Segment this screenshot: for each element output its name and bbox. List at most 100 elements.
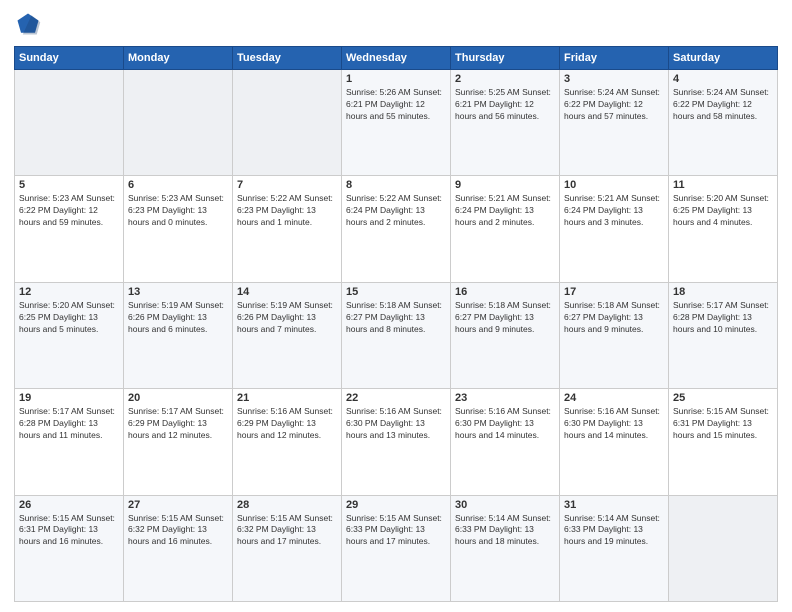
- calendar-cell: [233, 70, 342, 176]
- day-number: 25: [673, 392, 773, 404]
- calendar-cell: 26 Sunrise: 5:15 AM Sunset: 6:31 PM Dayli…: [15, 495, 124, 601]
- calendar-cell: 8 Sunrise: 5:22 AM Sunset: 6:24 PM Daylig…: [342, 176, 451, 282]
- day-info: Sunrise: 5:24 AM Sunset: 6:22 PM Dayligh…: [673, 87, 773, 123]
- calendar-cell: 31Sunrise: 5:14 AM Sunset: 6:33 PM Dayli…: [560, 495, 669, 601]
- calendar-cell: 3 Sunrise: 5:24 AM Sunset: 6:22 PM Daylig…: [560, 70, 669, 176]
- day-info: Sunrise: 5:22 AM Sunset: 6:23 PM Dayligh…: [237, 193, 337, 229]
- calendar-cell: 16 Sunrise: 5:18 AM Sunset: 6:27 PM Dayli…: [451, 282, 560, 388]
- calendar-cell: [15, 70, 124, 176]
- day-number: 23: [455, 392, 555, 404]
- day-info: Sunrise: 5:15 AM Sunset: 6:31 PM Dayligh…: [19, 513, 119, 549]
- day-number: 9: [455, 179, 555, 191]
- calendar-cell: [669, 495, 778, 601]
- day-number: 7: [237, 179, 337, 191]
- day-info: Sunrise: 5:17 AM Sunset: 6:28 PM Dayligh…: [19, 406, 119, 442]
- calendar-cell: 4 Sunrise: 5:24 AM Sunset: 6:22 PM Daylig…: [669, 70, 778, 176]
- day-info: Sunrise: 5:17 AM Sunset: 6:28 PM Dayligh…: [673, 300, 773, 336]
- day-info: Sunrise: 5:26 AM Sunset: 6:21 PM Dayligh…: [346, 87, 446, 123]
- day-info: Sunrise: 5:16 AM Sunset: 6:30 PM Dayligh…: [455, 406, 555, 442]
- calendar-cell: 13 Sunrise: 5:19 AM Sunset: 6:26 PM Dayli…: [124, 282, 233, 388]
- calendar-cell: 30 Sunrise: 5:14 AM Sunset: 6:33 PM Dayli…: [451, 495, 560, 601]
- header: [14, 10, 778, 38]
- calendar-cell: 24 Sunrise: 5:16 AM Sunset: 6:30 PM Dayli…: [560, 389, 669, 495]
- day-number: 19: [19, 392, 119, 404]
- calendar-cell: 1 Sunrise: 5:26 AM Sunset: 6:21 PM Daylig…: [342, 70, 451, 176]
- logo-icon: [14, 10, 42, 38]
- day-info: Sunrise: 5:15 AM Sunset: 6:33 PM Dayligh…: [346, 513, 446, 549]
- calendar-cell: 10 Sunrise: 5:21 AM Sunset: 6:24 PM Dayli…: [560, 176, 669, 282]
- day-number: 24: [564, 392, 664, 404]
- calendar-cell: 2 Sunrise: 5:25 AM Sunset: 6:21 PM Daylig…: [451, 70, 560, 176]
- day-info: Sunrise: 5:15 AM Sunset: 6:32 PM Dayligh…: [237, 513, 337, 549]
- day-info: Sunrise: 5:24 AM Sunset: 6:22 PM Dayligh…: [564, 87, 664, 123]
- day-number: 4: [673, 73, 773, 85]
- day-info: Sunrise: 5:23 AM Sunset: 6:22 PM Dayligh…: [19, 193, 119, 229]
- calendar-cell: 25 Sunrise: 5:15 AM Sunset: 6:31 PM Dayli…: [669, 389, 778, 495]
- calendar-cell: 12Sunrise: 5:20 AM Sunset: 6:25 PM Dayli…: [15, 282, 124, 388]
- calendar-cell: 11 Sunrise: 5:20 AM Sunset: 6:25 PM Dayli…: [669, 176, 778, 282]
- day-info: Sunrise: 5:19 AM Sunset: 6:26 PM Dayligh…: [237, 300, 337, 336]
- day-info: Sunrise: 5:15 AM Sunset: 6:31 PM Dayligh…: [673, 406, 773, 442]
- day-number: 17: [564, 286, 664, 298]
- calendar-week-4: 19 Sunrise: 5:17 AM Sunset: 6:28 PM Dayli…: [15, 389, 778, 495]
- day-number: 16: [455, 286, 555, 298]
- calendar-cell: 19 Sunrise: 5:17 AM Sunset: 6:28 PM Dayli…: [15, 389, 124, 495]
- weekday-header-row: SundayMondayTuesdayWednesdayThursdayFrid…: [15, 47, 778, 70]
- calendar-week-2: 5Sunrise: 5:23 AM Sunset: 6:22 PM Daylig…: [15, 176, 778, 282]
- calendar-cell: 21 Sunrise: 5:16 AM Sunset: 6:29 PM Dayli…: [233, 389, 342, 495]
- day-number: 22: [346, 392, 446, 404]
- weekday-header-saturday: Saturday: [669, 47, 778, 70]
- weekday-header-sunday: Sunday: [15, 47, 124, 70]
- weekday-header-friday: Friday: [560, 47, 669, 70]
- logo: [14, 10, 46, 38]
- day-info: Sunrise: 5:16 AM Sunset: 6:29 PM Dayligh…: [237, 406, 337, 442]
- day-number: 11: [673, 179, 773, 191]
- day-number: 20: [128, 392, 228, 404]
- day-number: 3: [564, 73, 664, 85]
- day-number: 2: [455, 73, 555, 85]
- calendar-cell: 22 Sunrise: 5:16 AM Sunset: 6:30 PM Dayli…: [342, 389, 451, 495]
- day-info: Sunrise: 5:21 AM Sunset: 6:24 PM Dayligh…: [564, 193, 664, 229]
- day-info: Sunrise: 5:16 AM Sunset: 6:30 PM Dayligh…: [564, 406, 664, 442]
- day-info: Sunrise: 5:18 AM Sunset: 6:27 PM Dayligh…: [564, 300, 664, 336]
- day-info: Sunrise: 5:18 AM Sunset: 6:27 PM Dayligh…: [346, 300, 446, 336]
- day-info: Sunrise: 5:20 AM Sunset: 6:25 PM Dayligh…: [673, 193, 773, 229]
- day-number: 14: [237, 286, 337, 298]
- day-info: Sunrise: 5:18 AM Sunset: 6:27 PM Dayligh…: [455, 300, 555, 336]
- day-info: Sunrise: 5:19 AM Sunset: 6:26 PM Dayligh…: [128, 300, 228, 336]
- day-number: 1: [346, 73, 446, 85]
- day-number: 30: [455, 499, 555, 511]
- day-number: 28: [237, 499, 337, 511]
- day-number: 21: [237, 392, 337, 404]
- day-number: 26: [19, 499, 119, 511]
- weekday-header-monday: Monday: [124, 47, 233, 70]
- calendar-week-1: 1 Sunrise: 5:26 AM Sunset: 6:21 PM Daylig…: [15, 70, 778, 176]
- calendar-cell: 20 Sunrise: 5:17 AM Sunset: 6:29 PM Dayli…: [124, 389, 233, 495]
- day-info: Sunrise: 5:14 AM Sunset: 6:33 PM Dayligh…: [455, 513, 555, 549]
- day-info: Sunrise: 5:22 AM Sunset: 6:24 PM Dayligh…: [346, 193, 446, 229]
- day-info: Sunrise: 5:25 AM Sunset: 6:21 PM Dayligh…: [455, 87, 555, 123]
- weekday-header-thursday: Thursday: [451, 47, 560, 70]
- day-number: 10: [564, 179, 664, 191]
- calendar-week-5: 26 Sunrise: 5:15 AM Sunset: 6:31 PM Dayli…: [15, 495, 778, 601]
- calendar-cell: [124, 70, 233, 176]
- calendar-cell: 28 Sunrise: 5:15 AM Sunset: 6:32 PM Dayli…: [233, 495, 342, 601]
- day-number: 8: [346, 179, 446, 191]
- calendar-cell: 23 Sunrise: 5:16 AM Sunset: 6:30 PM Dayli…: [451, 389, 560, 495]
- day-info: Sunrise: 5:21 AM Sunset: 6:24 PM Dayligh…: [455, 193, 555, 229]
- calendar-cell: 15 Sunrise: 5:18 AM Sunset: 6:27 PM Dayli…: [342, 282, 451, 388]
- day-number: 15: [346, 286, 446, 298]
- day-number: 13: [128, 286, 228, 298]
- weekday-header-wednesday: Wednesday: [342, 47, 451, 70]
- calendar-table: SundayMondayTuesdayWednesdayThursdayFrid…: [14, 46, 778, 602]
- day-info: Sunrise: 5:20 AM Sunset: 6:25 PM Dayligh…: [19, 300, 119, 336]
- calendar-cell: 27Sunrise: 5:15 AM Sunset: 6:32 PM Dayli…: [124, 495, 233, 601]
- calendar-cell: 17 Sunrise: 5:18 AM Sunset: 6:27 PM Dayli…: [560, 282, 669, 388]
- calendar-cell: 6Sunrise: 5:23 AM Sunset: 6:23 PM Daylig…: [124, 176, 233, 282]
- day-info: Sunrise: 5:17 AM Sunset: 6:29 PM Dayligh…: [128, 406, 228, 442]
- day-info: Sunrise: 5:16 AM Sunset: 6:30 PM Dayligh…: [346, 406, 446, 442]
- day-number: 6: [128, 179, 228, 191]
- day-number: 29: [346, 499, 446, 511]
- calendar-cell: 7 Sunrise: 5:22 AM Sunset: 6:23 PM Daylig…: [233, 176, 342, 282]
- calendar-cell: 14 Sunrise: 5:19 AM Sunset: 6:26 PM Dayli…: [233, 282, 342, 388]
